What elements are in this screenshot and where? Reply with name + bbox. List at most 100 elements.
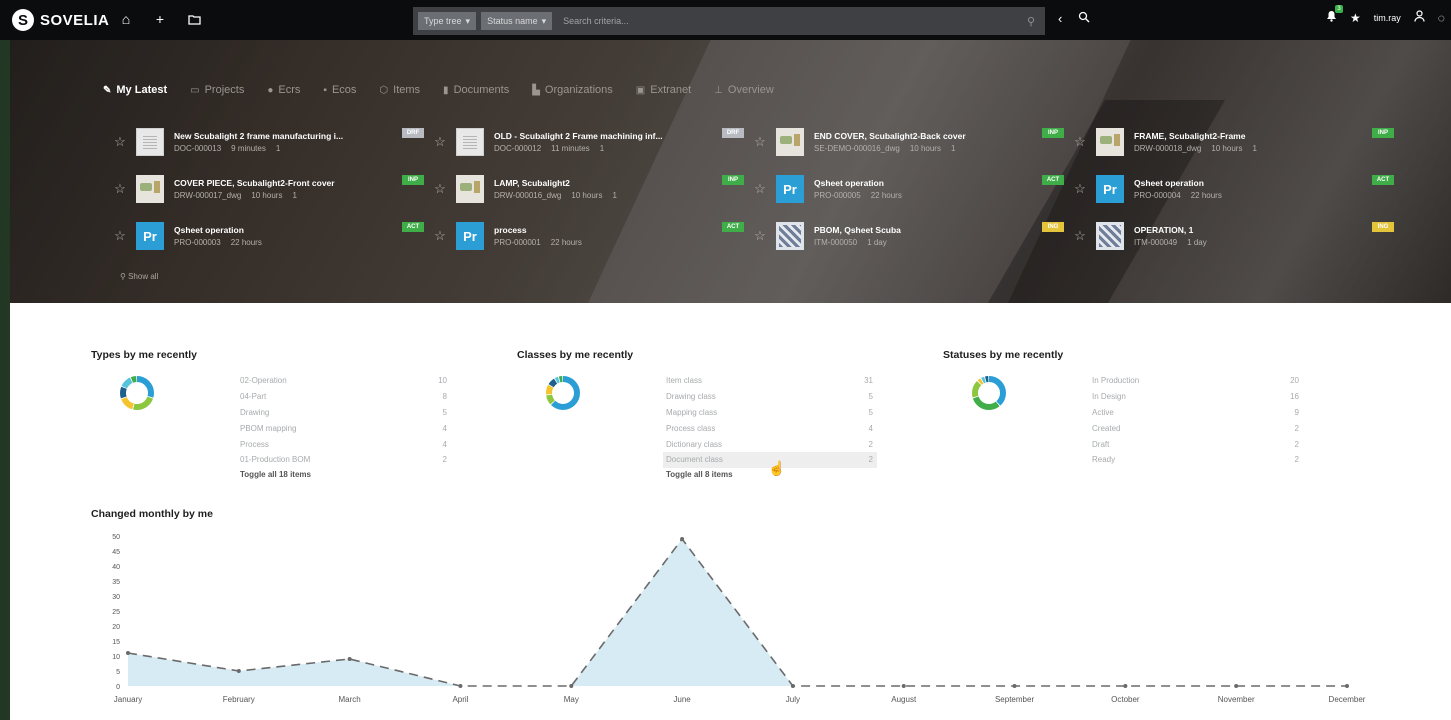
favorite-star-icon[interactable]: ☆ [744, 134, 776, 150]
username[interactable]: tim.ray [1374, 13, 1401, 23]
show-all-link[interactable]: ⚲ Show all [120, 272, 158, 281]
list-item[interactable]: 04-Part 8 [237, 389, 451, 405]
list-item[interactable]: 02-Operation 10 [237, 373, 451, 389]
item-thumbnail[interactable] [776, 222, 804, 250]
list-item[interactable]: Process 4 [237, 436, 451, 452]
status-name-filter[interactable]: Status name ▾ [481, 12, 553, 30]
favorite-star-icon[interactable]: ☆ [1064, 181, 1096, 197]
item-title[interactable]: END COVER, Scubalight2-Back cover [814, 131, 1004, 141]
latest-item-card[interactable]: ☆ New Scubalight 2 frame manufacturing i.… [104, 126, 424, 158]
list-item[interactable]: Process class 4 [663, 420, 877, 436]
tab-ecrs[interactable]: ● Ecrs [267, 84, 300, 96]
latest-item-card[interactable]: ☆ FRAME, Scubalight2-Frame DRW-000018_dwg 1… [1064, 126, 1394, 158]
list-item[interactable]: PBOM mapping 4 [237, 420, 451, 436]
data-point[interactable] [1012, 684, 1017, 688]
list-item[interactable]: In Design 16 [1089, 389, 1303, 405]
home-icon[interactable]: ⌂ [118, 10, 134, 28]
star-icon[interactable]: ★ [1350, 11, 1361, 25]
search-zoom-icon[interactable] [1078, 11, 1090, 26]
list-item[interactable]: Drawing class 5 [663, 389, 877, 405]
item-thumbnail[interactable]: Pr [136, 222, 164, 250]
item-title[interactable]: OLD - Scubalight 2 Frame machining inf..… [494, 131, 684, 141]
bell-icon[interactable]: 3 [1326, 5, 1343, 25]
tab-organizations[interactable]: ▙ Organizations [532, 84, 613, 96]
search-icon[interactable]: ⚲ [1027, 15, 1035, 28]
type-tree-filter[interactable]: Type tree ▾ [418, 12, 477, 30]
list-item[interactable]: Created 2 [1089, 420, 1303, 436]
latest-item-card[interactable]: ☆ Pr Qsheet operation PRO-000003 22 hours ACT [104, 220, 424, 252]
favorite-star-icon[interactable]: ☆ [424, 228, 456, 244]
favorite-star-icon[interactable]: ☆ [104, 228, 136, 244]
tab-documents[interactable]: ▮ Documents [443, 84, 509, 96]
list-item[interactable]: Ready 2 [1089, 452, 1303, 468]
favorite-star-icon[interactable]: ☆ [424, 134, 456, 150]
item-thumbnail[interactable]: Pr [776, 175, 804, 203]
item-thumbnail[interactable] [456, 175, 484, 203]
data-point[interactable] [458, 684, 463, 688]
list-item[interactable]: Drawing 5 [237, 405, 451, 421]
tab-projects[interactable]: ▭ Projects [190, 84, 244, 96]
item-title[interactable]: Qsheet operation [814, 178, 1004, 188]
tab-items[interactable]: ⬡ Items [379, 84, 420, 96]
latest-item-card[interactable]: ☆ OPERATION, 1 ITM-000049 1 day ING [1064, 220, 1394, 252]
tab-extranet[interactable]: ▣ Extranet [636, 84, 691, 96]
item-thumbnail[interactable] [456, 128, 484, 156]
item-title[interactable]: LAMP, Scubalight2 [494, 178, 684, 188]
list-item[interactable]: Item class 31 [663, 373, 877, 389]
data-point[interactable] [901, 684, 906, 688]
favorite-star-icon[interactable]: ☆ [424, 181, 456, 197]
brand[interactable]: S SOVELIA [12, 9, 109, 31]
latest-item-card[interactable]: ☆ Pr Qsheet operation PRO-000004 22 hours ACT [1064, 173, 1394, 205]
favorite-star-icon[interactable]: ☆ [1064, 228, 1096, 244]
favorite-star-icon[interactable]: ☆ [104, 181, 136, 197]
item-thumbnail[interactable] [136, 175, 164, 203]
search-input[interactable] [557, 7, 1022, 35]
favorite-star-icon[interactable]: ☆ [104, 134, 136, 150]
tab-ecos[interactable]: ▪ Ecos [323, 84, 356, 96]
data-point[interactable] [680, 537, 685, 541]
user-icon[interactable] [1414, 10, 1425, 25]
list-item[interactable]: Active 9 [1089, 405, 1303, 421]
data-point[interactable] [1345, 684, 1349, 688]
data-point[interactable] [126, 651, 130, 655]
data-point[interactable] [790, 684, 795, 688]
item-thumbnail[interactable]: Pr [456, 222, 484, 250]
item-title[interactable]: process [494, 225, 684, 235]
item-title[interactable]: PBOM, Qsheet Scuba [814, 225, 1004, 235]
data-point[interactable] [347, 657, 352, 661]
data-point[interactable] [569, 684, 574, 688]
latest-item-card[interactable]: ☆ COVER PIECE, Scubalight2-Front cover DRW… [104, 173, 424, 205]
latest-item-card[interactable]: ☆ LAMP, Scubalight2 DRW-000016_dwg 10 hours… [424, 173, 744, 205]
favorite-star-icon[interactable]: ☆ [1064, 134, 1096, 150]
tab-overview[interactable]: ⊥ Overview [714, 84, 774, 96]
favorite-star-icon[interactable]: ☆ [744, 228, 776, 244]
plus-icon[interactable]: + [152, 10, 168, 28]
favorite-star-icon[interactable]: ☆ [744, 181, 776, 197]
tab-my-latest[interactable]: ✎ My Latest [103, 84, 167, 96]
back-icon[interactable]: ‹ [1058, 11, 1062, 26]
item-thumbnail[interactable]: Pr [1096, 175, 1124, 203]
item-title[interactable]: COVER PIECE, Scubalight2-Front cover [174, 178, 364, 188]
latest-item-card[interactable]: ☆ OLD - Scubalight 2 Frame machining inf.… [424, 126, 744, 158]
item-thumbnail[interactable] [776, 128, 804, 156]
folder-icon[interactable] [186, 10, 202, 28]
data-point[interactable] [236, 669, 241, 673]
latest-item-card[interactable]: ☆ Pr Qsheet operation PRO-000005 22 hours ACT [744, 173, 1064, 205]
toggle-all-link[interactable]: Toggle all 18 items [237, 470, 451, 479]
list-item[interactable]: Draft 2 [1089, 436, 1303, 452]
item-title[interactable]: FRAME, Scubalight2-Frame [1134, 131, 1324, 141]
latest-item-card[interactable]: ☆ Pr process PRO-000001 22 hours ACT [424, 220, 744, 252]
item-title[interactable]: New Scubalight 2 frame manufacturing i..… [174, 131, 364, 141]
list-item[interactable]: 01-Production BOM 2 [237, 452, 451, 468]
list-item[interactable]: Dictionary class 2 [663, 436, 877, 452]
item-thumbnail[interactable] [1096, 222, 1124, 250]
latest-item-card[interactable]: ☆ PBOM, Qsheet Scuba ITM-000050 1 day ING [744, 220, 1064, 252]
item-title[interactable]: Qsheet operation [174, 225, 364, 235]
list-item[interactable]: In Production 20 [1089, 373, 1303, 389]
latest-item-card[interactable]: ☆ END COVER, Scubalight2-Back cover SE-DEM… [744, 126, 1064, 158]
list-item[interactable]: Mapping class 5 [663, 405, 877, 421]
data-point[interactable] [1234, 684, 1239, 688]
more-icon[interactable]: ◌ [1438, 11, 1445, 25]
item-title[interactable]: OPERATION, 1 [1134, 225, 1324, 235]
item-thumbnail[interactable] [136, 128, 164, 156]
